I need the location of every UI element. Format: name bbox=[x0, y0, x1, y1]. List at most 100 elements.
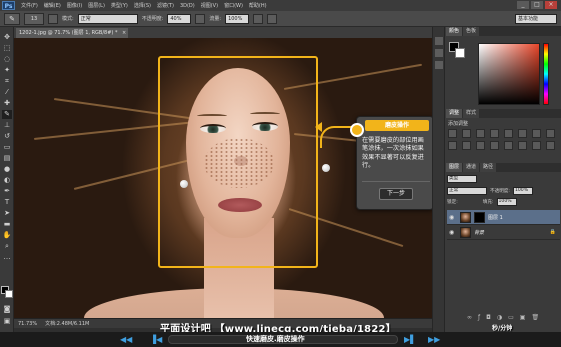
next-icon[interactable]: ▶▌ bbox=[404, 334, 416, 345]
gradient-tool-icon[interactable]: ▤ bbox=[2, 154, 12, 163]
eyedropper-tool-icon[interactable]: ⁄ bbox=[2, 88, 12, 97]
link-layers-icon[interactable]: ∞ bbox=[467, 314, 472, 321]
menu-3d[interactable]: 3D(D) bbox=[177, 3, 198, 9]
layer-kind-select[interactable]: 类型 bbox=[447, 175, 477, 183]
menu-type[interactable]: 类型(Y) bbox=[108, 2, 131, 9]
workspace-select[interactable]: 基本功能 bbox=[515, 14, 557, 24]
brush-size-picker[interactable]: 13 bbox=[24, 12, 44, 25]
posterize-icon[interactable] bbox=[504, 141, 513, 150]
layer-style-icon[interactable]: ƒ bbox=[478, 314, 480, 321]
add-mask-icon[interactable]: ◘ bbox=[486, 314, 491, 321]
brush-tool-preset-icon[interactable]: ✎ bbox=[4, 12, 20, 25]
menu-file[interactable]: 文件(F) bbox=[18, 2, 41, 9]
move-tool-icon[interactable]: ✥ bbox=[2, 33, 12, 42]
history-brush-tool-icon[interactable]: ↺ bbox=[2, 132, 12, 141]
new-adjustment-icon[interactable]: ◑ bbox=[497, 314, 502, 321]
pressure-opacity-icon[interactable] bbox=[195, 13, 206, 24]
hue-saturation-icon[interactable] bbox=[518, 129, 527, 138]
menu-image[interactable]: 图像(I) bbox=[64, 2, 85, 9]
maximize-button[interactable]: □ bbox=[531, 1, 543, 9]
eraser-tool-icon[interactable]: ▭ bbox=[2, 143, 12, 152]
shape-tool-icon[interactable]: ▬ bbox=[2, 220, 12, 229]
properties-panel-icon[interactable] bbox=[435, 49, 443, 57]
invert-icon[interactable] bbox=[490, 141, 499, 150]
menu-help[interactable]: 帮助(H) bbox=[246, 2, 270, 9]
exposure-icon[interactable] bbox=[490, 129, 499, 138]
visibility-eye-icon[interactable]: ◉ bbox=[449, 214, 457, 221]
close-window-button[interactable]: × bbox=[545, 1, 557, 9]
menu-view[interactable]: 视图(V) bbox=[198, 2, 221, 9]
dodge-tool-icon[interactable]: ◐ bbox=[2, 176, 12, 185]
tab-styles[interactable]: 样式 bbox=[463, 109, 480, 118]
mode-select[interactable]: 正常 bbox=[77, 13, 138, 24]
type-tool-icon[interactable]: T bbox=[2, 198, 12, 207]
tab-channels[interactable]: 通道 bbox=[463, 163, 480, 172]
quick-mask-icon[interactable]: ◙ bbox=[2, 305, 12, 314]
airbrush-icon[interactable] bbox=[253, 13, 264, 24]
tab-swatches[interactable]: 色板 bbox=[463, 27, 480, 36]
brush-panel-toggle-icon[interactable] bbox=[48, 13, 58, 24]
pressure-size-icon[interactable] bbox=[267, 13, 278, 24]
marquee-tool-icon[interactable]: ⬚ bbox=[2, 44, 12, 53]
screen-mode-icon[interactable]: ▣ bbox=[2, 317, 12, 326]
fast-forward-icon[interactable]: ▶▶ bbox=[428, 334, 440, 345]
previous-icon[interactable]: ▐◀ bbox=[150, 334, 162, 345]
vibrance-icon[interactable] bbox=[504, 129, 513, 138]
tab-layers[interactable]: 图层 bbox=[446, 163, 463, 172]
black-white-icon[interactable] bbox=[546, 129, 555, 138]
opacity-field[interactable]: 40% bbox=[167, 13, 192, 24]
menu-window[interactable]: 窗口(W) bbox=[221, 2, 246, 9]
blend-mode-select[interactable]: 正常 bbox=[447, 187, 487, 195]
brightness-contrast-icon[interactable] bbox=[448, 129, 457, 138]
threshold-icon[interactable] bbox=[518, 141, 527, 150]
visibility-eye-icon[interactable]: ◉ bbox=[449, 229, 457, 236]
gradient-map-icon[interactable] bbox=[532, 141, 541, 150]
new-layer-icon[interactable]: ▣ bbox=[520, 314, 526, 321]
layer-row[interactable]: ◉ 背景 🔒 bbox=[447, 225, 560, 240]
menu-select[interactable]: 选择(S) bbox=[131, 2, 154, 9]
tab-paths[interactable]: 路径 bbox=[480, 163, 497, 172]
levels-icon[interactable] bbox=[462, 129, 471, 138]
flow-field[interactable]: 100% bbox=[225, 13, 250, 24]
panel-background-swatch[interactable] bbox=[455, 48, 465, 58]
document-tab[interactable]: 1202-1.jpg @ 71.7% (图层 1, RGB/8#) * bbox=[16, 28, 128, 38]
pen-tool-icon[interactable]: ✒ bbox=[2, 187, 12, 196]
rewind-icon[interactable]: ◀◀ bbox=[120, 334, 132, 345]
extra-tool-icon[interactable]: … bbox=[2, 253, 12, 262]
info-panel-icon[interactable] bbox=[435, 61, 443, 69]
color-lookup-icon[interactable] bbox=[476, 141, 485, 150]
tab-color[interactable]: 颜色 bbox=[446, 27, 463, 36]
menu-filter[interactable]: 滤镜(T) bbox=[154, 2, 177, 9]
layer-mask-thumbnail[interactable] bbox=[474, 211, 485, 223]
healing-brush-tool-icon[interactable]: ✚ bbox=[2, 99, 12, 108]
menu-edit[interactable]: 编辑(E) bbox=[41, 2, 64, 9]
history-panel-icon[interactable] bbox=[435, 37, 443, 45]
selective-color-icon[interactable] bbox=[546, 141, 555, 150]
zoom-level[interactable]: 71.73% bbox=[18, 321, 37, 327]
background-color-swatch[interactable] bbox=[5, 290, 13, 298]
layer-row[interactable]: ◉ 图层 1 bbox=[447, 210, 560, 225]
quick-select-tool-icon[interactable]: ✦ bbox=[2, 66, 12, 75]
blur-tool-icon[interactable]: ● bbox=[2, 165, 12, 174]
menu-layer[interactable]: 图层(L) bbox=[85, 2, 108, 9]
channel-mixer-icon[interactable] bbox=[462, 141, 471, 150]
fill-field[interactable]: 100% bbox=[496, 198, 517, 206]
layer-opacity-field[interactable]: 100% bbox=[512, 187, 533, 195]
lasso-tool-icon[interactable]: ◌ bbox=[2, 55, 12, 64]
document-close-icon[interactable]: × bbox=[122, 28, 126, 38]
new-group-icon[interactable]: ▭ bbox=[508, 314, 514, 321]
color-balance-icon[interactable] bbox=[532, 129, 541, 138]
zoom-tool-icon[interactable]: ⌕ bbox=[2, 242, 12, 251]
photo-filter-icon[interactable] bbox=[448, 141, 457, 150]
crop-tool-icon[interactable]: ⌗ bbox=[2, 77, 12, 86]
hue-slider[interactable] bbox=[543, 43, 549, 105]
curves-icon[interactable] bbox=[476, 129, 485, 138]
color-picker-field[interactable] bbox=[478, 43, 540, 105]
clone-stamp-tool-icon[interactable]: ⊥ bbox=[2, 121, 12, 130]
hand-tool-icon[interactable]: ✋ bbox=[2, 231, 12, 240]
delete-layer-icon[interactable]: 🗑 bbox=[531, 314, 539, 321]
path-select-tool-icon[interactable]: ➤ bbox=[2, 209, 12, 218]
minimize-button[interactable]: _ bbox=[517, 1, 529, 9]
tab-adjustments[interactable]: 调整 bbox=[446, 109, 463, 118]
brush-tool-icon[interactable]: ✎ bbox=[2, 110, 12, 119]
